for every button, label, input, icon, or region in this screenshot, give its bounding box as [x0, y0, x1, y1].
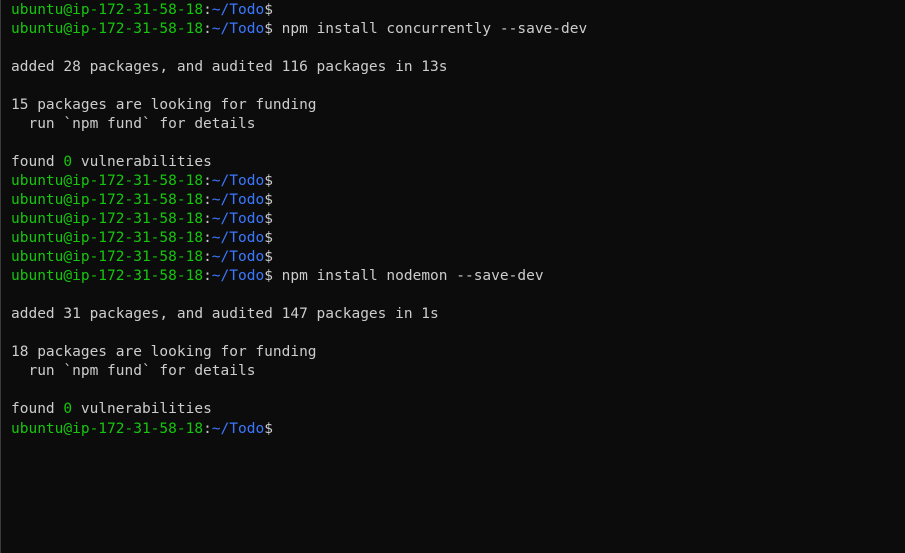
- prompt-line: ubuntu@ip-172-31-58-18:~/Todo$ npm insta…: [11, 267, 905, 286]
- prompt-line: ubuntu@ip-172-31-58-18:~/Todo$: [11, 210, 905, 229]
- output-line: added 28 packages, and audited 116 packa…: [11, 59, 448, 75]
- prompt-symbol: $: [264, 230, 273, 246]
- vuln-count: 0: [63, 401, 73, 417]
- prompt-path: ~/Todo: [211, 268, 265, 284]
- prompt-separator: :: [203, 192, 212, 208]
- prompt-separator: :: [203, 421, 212, 437]
- prompt-separator: :: [203, 249, 212, 265]
- prompt-path: ~/Todo: [211, 211, 265, 227]
- prompt-separator: :: [203, 268, 212, 284]
- output-line: added 31 packages, and audited 147 packa…: [11, 306, 439, 322]
- vulnerabilities-line: found 0 vulnerabilities: [11, 153, 905, 172]
- prompt-symbol: $: [264, 192, 273, 208]
- prompt-path: ~/Todo: [211, 21, 265, 37]
- prompt-path: ~/Todo: [211, 2, 265, 18]
- prompt-separator: :: [203, 2, 212, 18]
- prompt-separator: :: [203, 173, 212, 189]
- prompt-user-host: ubuntu@ip-172-31-58-18: [11, 249, 204, 265]
- output-line: run `npm fund` for details: [11, 363, 256, 379]
- prompt-line: ubuntu@ip-172-31-58-18:~/Todo$: [11, 1, 905, 20]
- prompt-path: ~/Todo: [211, 192, 265, 208]
- prompt-user-host: ubuntu@ip-172-31-58-18: [11, 173, 204, 189]
- vuln-suffix: vulnerabilities: [72, 401, 212, 417]
- vuln-suffix: vulnerabilities: [72, 154, 212, 170]
- prompt-path: ~/Todo: [211, 421, 265, 437]
- vulnerabilities-line: found 0 vulnerabilities: [11, 400, 905, 419]
- command-text: npm install nodemon --save-dev: [272, 268, 544, 284]
- prompt-user-host: ubuntu@ip-172-31-58-18: [11, 21, 204, 37]
- prompt-user-host: ubuntu@ip-172-31-58-18: [11, 211, 204, 227]
- prompt-user-host: ubuntu@ip-172-31-58-18: [11, 230, 204, 246]
- prompt-symbol: $: [264, 2, 273, 18]
- prompt-line: ubuntu@ip-172-31-58-18:~/Todo$: [11, 248, 905, 267]
- prompt-path: ~/Todo: [211, 173, 265, 189]
- prompt-separator: :: [203, 21, 212, 37]
- command-text: npm install concurrently --save-dev: [272, 21, 588, 37]
- prompt-line: ubuntu@ip-172-31-58-18:~/Todo$: [11, 172, 905, 191]
- prompt-symbol: $: [264, 249, 273, 265]
- prompt-separator: :: [203, 230, 212, 246]
- output-line: 15 packages are looking for funding: [11, 97, 317, 113]
- prompt-line: ubuntu@ip-172-31-58-18:~/Todo$ npm insta…: [11, 20, 905, 39]
- output-line: 18 packages are looking for funding: [11, 344, 317, 360]
- prompt-symbol: $: [264, 268, 273, 284]
- vuln-prefix: found: [11, 401, 64, 417]
- terminal-window[interactable]: ubuntu@ip-172-31-58-18:~/Todo$ ubuntu@ip-…: [0, 0, 905, 553]
- prompt-separator: :: [203, 211, 212, 227]
- prompt-symbol: $: [264, 173, 273, 189]
- prompt-line: ubuntu@ip-172-31-58-18:~/Todo$: [11, 419, 905, 438]
- prompt-line: ubuntu@ip-172-31-58-18:~/Todo$: [11, 191, 905, 210]
- prompt-user-host: ubuntu@ip-172-31-58-18: [11, 421, 204, 437]
- prompt-symbol: $: [264, 211, 273, 227]
- prompt-user-host: ubuntu@ip-172-31-58-18: [11, 2, 204, 18]
- output-line: run `npm fund` for details: [11, 116, 256, 132]
- prompt-user-host: ubuntu@ip-172-31-58-18: [11, 192, 204, 208]
- vuln-prefix: found: [11, 154, 64, 170]
- prompt-symbol: $: [264, 21, 273, 37]
- prompt-path: ~/Todo: [211, 249, 265, 265]
- prompt-symbol: $: [264, 421, 273, 437]
- terminal-output: ubuntu@ip-172-31-58-18:~/Todo$ ubuntu@ip-…: [11, 1, 905, 438]
- prompt-line: ubuntu@ip-172-31-58-18:~/Todo$: [11, 229, 905, 248]
- prompt-path: ~/Todo: [211, 230, 265, 246]
- prompt-user-host: ubuntu@ip-172-31-58-18: [11, 268, 204, 284]
- vuln-count: 0: [63, 154, 73, 170]
